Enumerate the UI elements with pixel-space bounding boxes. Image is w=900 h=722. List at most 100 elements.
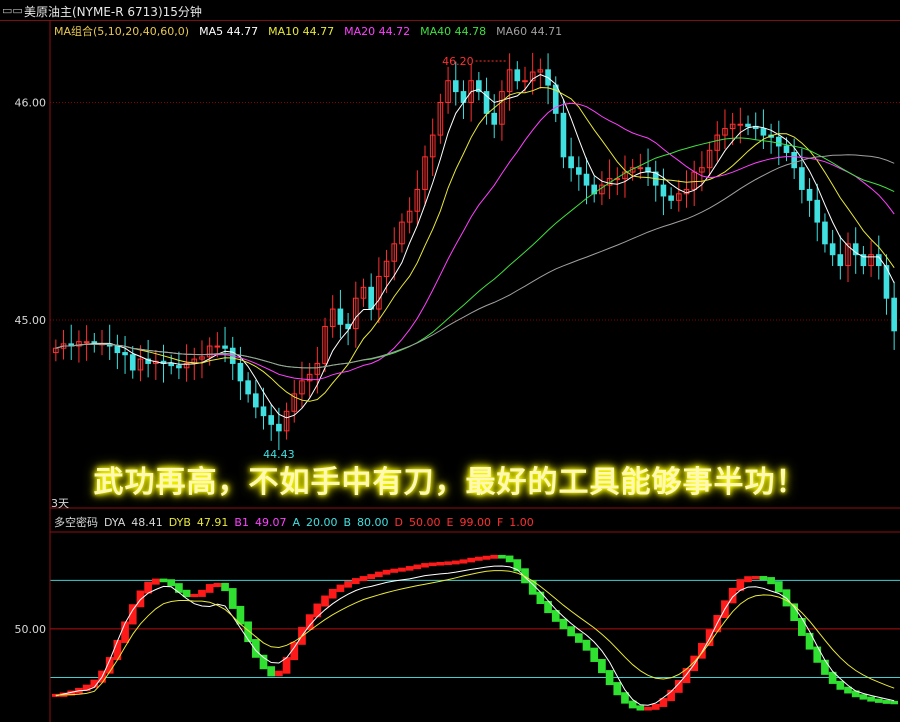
b1-step-94 (774, 581, 783, 593)
candle-body-102 (837, 254, 844, 267)
b1-step-107 (874, 698, 883, 703)
b1-step-50 (436, 561, 445, 566)
b1-step-108 (882, 699, 891, 704)
b1-step-58 (498, 554, 506, 559)
candle-body-69 (583, 173, 590, 186)
b1-step-106 (867, 696, 875, 702)
b1-step-18 (190, 593, 199, 598)
candle-body-68 (576, 167, 582, 175)
candle-body-92 (760, 128, 767, 136)
b1-step-57 (490, 554, 499, 559)
indicator-legend-item-12: 50.00 (409, 516, 441, 529)
candle-body-66 (560, 112, 567, 158)
indicator-legend-item-2: 48.41 (131, 516, 163, 529)
b1-step-92 (759, 576, 768, 581)
candle-body-79 (660, 184, 667, 197)
candle-body-107 (875, 254, 882, 267)
b1-step-42 (375, 571, 383, 578)
b1-step-15 (167, 579, 176, 587)
candle-body-90 (745, 123, 751, 127)
b1-step-38 (344, 581, 352, 588)
banner-slogan: 武功再高，不如手中有刀，最好的工具能够事半功！ (93, 465, 807, 500)
chart-canvas[interactable]: 45.0046.0046.2044.43 50.00 (0, 0, 900, 722)
b1-step-21 (213, 582, 222, 588)
ma-legend-item-3: MA20 44.72 (344, 25, 411, 38)
candle-body-109 (891, 297, 897, 332)
candle-body-37 (337, 308, 344, 325)
candle-body-4 (83, 341, 90, 344)
b1-step-48 (421, 563, 429, 568)
b1-step-56 (482, 555, 491, 560)
candle-body-80 (668, 195, 674, 201)
ma60-line (55, 154, 895, 369)
b1-step-52 (451, 560, 460, 565)
candle-body-99 (814, 199, 821, 223)
indicator-legend-item-16: 1.00 (509, 516, 534, 529)
b1-step-67 (567, 626, 575, 637)
price-tick-label-1: 46.00 (15, 96, 47, 109)
b1-step-19 (198, 589, 206, 597)
b1-step-90 (744, 576, 752, 583)
b1-step-37 (336, 584, 345, 592)
candle-body-100 (822, 221, 828, 245)
indicator-legend: 多空密码 DYA 48.41 DYB 47.91 B1 49.07 A 20.00 B 80.00 D… (54, 514, 540, 530)
b1-step-98 (805, 632, 814, 650)
candle-body-29 (276, 423, 282, 432)
b1-step-41 (367, 574, 376, 580)
b1-step-34 (313, 603, 322, 618)
candle-body-57 (491, 112, 498, 125)
b1-step-53 (459, 559, 468, 564)
b1-step-61 (521, 568, 529, 584)
ma-legend-item-0: MA组合(5,10,20,40,60,0) (54, 25, 190, 38)
ma-legend-item-2: MA10 44.77 (268, 25, 335, 38)
candle-body-94 (775, 136, 782, 147)
b1-step-8 (113, 639, 122, 661)
b1-step-49 (428, 562, 437, 567)
ma-legend-item-1: MA5 44.77 (199, 25, 259, 38)
candle-body-21 (214, 345, 221, 348)
b1-step-36 (328, 588, 337, 599)
candle-body-89 (737, 123, 744, 126)
indicator-panel: 50.00 (15, 554, 900, 711)
ma-legend: MA组合(5,10,20,40,60,0) MA5 44.77 MA10 44.77… (54, 23, 572, 39)
b1-step-66 (559, 618, 568, 630)
price-panel: 45.0046.0046.2044.43 (15, 52, 900, 461)
candle-body-61 (522, 80, 528, 83)
indicator-legend-item-10: 80.00 (357, 516, 389, 529)
b1-step-109 (890, 700, 898, 705)
b1-step-68 (574, 633, 583, 643)
indicator-tick-label-0: 50.00 (15, 623, 47, 636)
indicator-legend-item-8: 20.00 (305, 516, 338, 529)
candle-body-27 (260, 406, 267, 417)
b1-step-64 (544, 600, 552, 614)
candle-body-96 (791, 151, 797, 169)
b1-step-11 (136, 590, 145, 608)
b1-step-23 (228, 588, 237, 609)
b1-step-55 (475, 556, 483, 561)
candle-body-76 (637, 167, 644, 170)
candle-body-25 (245, 380, 251, 395)
b1-step-105 (859, 694, 868, 700)
b1-step-78 (651, 703, 660, 710)
b1-step-54 (467, 557, 475, 563)
candle-body-60 (514, 69, 521, 82)
b1-step-29 (275, 670, 283, 677)
b1-step-93 (767, 577, 775, 585)
candle-body-8 (114, 345, 121, 354)
b1-step-28 (267, 666, 276, 677)
b1-step-22 (221, 582, 229, 592)
price-tick-label-0: 45.00 (15, 314, 47, 327)
b1-step-97 (798, 618, 806, 636)
candle-body-67 (568, 156, 574, 169)
candle-body-10 (129, 354, 136, 371)
b1-step-13 (151, 578, 160, 585)
candle-body-101 (829, 243, 836, 256)
indicator-legend-item-14: 99.00 (459, 516, 491, 529)
b1-step-16 (175, 583, 183, 593)
indicator-legend-item-7: A (292, 516, 300, 529)
b1-step-59 (505, 555, 514, 563)
indicator-legend-item-11: D (394, 516, 404, 529)
indicator-legend-item-3: DYB (168, 516, 191, 529)
b1-step-71 (598, 658, 606, 674)
b1-step-51 (444, 561, 452, 565)
